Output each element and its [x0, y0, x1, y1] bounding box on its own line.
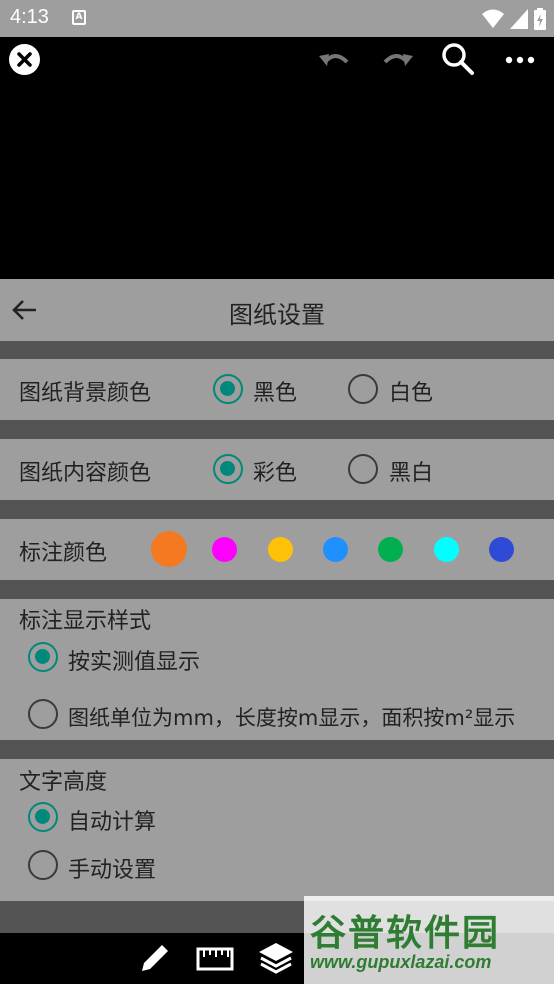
ruler-icon[interactable]	[196, 939, 234, 977]
battery-icon	[534, 8, 546, 30]
system-icons	[482, 8, 546, 30]
radio-background-black[interactable]	[213, 374, 243, 404]
option-content-color[interactable]: 彩色	[253, 455, 297, 487]
radio-style-measured[interactable]	[28, 642, 58, 672]
content-color-row: 图纸内容颜色 彩色 黑白	[0, 439, 554, 500]
redo-icon[interactable]	[377, 40, 417, 80]
radio-background-white[interactable]	[348, 374, 378, 404]
color-swatch-magenta[interactable]	[212, 537, 237, 562]
option-background-black[interactable]: 黑色	[253, 375, 297, 407]
background-color-row: 图纸背景颜色 黑色 白色	[0, 359, 554, 420]
radio-text-manual[interactable]	[28, 850, 58, 880]
color-swatch-orange[interactable]	[151, 531, 187, 567]
option-style-units[interactable]: 图纸单位为mm，长度按m显示，面积按m²显示	[68, 702, 515, 732]
radio-text-auto[interactable]	[28, 802, 58, 832]
signal-icon	[510, 9, 528, 29]
watermark-url: www.gupuxlazai.com	[310, 952, 492, 972]
close-icon	[17, 52, 32, 67]
settings-header: 图纸设置	[0, 279, 554, 341]
text-height-section: 文字高度 自动计算 手动设置	[0, 759, 554, 901]
layers-icon[interactable]	[257, 939, 295, 977]
drawing-settings-panel: 图纸设置 图纸背景颜色 黑色 白色 图纸内容颜色 彩色 黑白 标注颜色 标注显示…	[0, 279, 554, 933]
background-color-label: 图纸背景颜色	[19, 381, 152, 406]
option-content-bw[interactable]: 黑白	[389, 455, 433, 487]
radio-content-bw[interactable]	[348, 454, 378, 484]
search-icon[interactable]	[438, 40, 478, 80]
option-style-measured[interactable]: 按实测值显示	[68, 644, 200, 676]
more-icon[interactable]	[500, 40, 540, 80]
watermark-title: 谷普软件园	[310, 913, 501, 954]
pencil-icon[interactable]	[136, 939, 174, 977]
option-text-manual[interactable]: 手动设置	[68, 852, 156, 884]
status-time: 4:13	[10, 6, 49, 28]
close-button[interactable]	[9, 44, 40, 75]
text-height-label: 文字高度	[19, 770, 108, 795]
radio-content-color[interactable]	[213, 454, 243, 484]
status-bar: 4:13 A	[0, 0, 554, 37]
watermark-logo: 谷普软件园 www.gupuxlazai.com	[304, 896, 554, 984]
annotation-color-row: 标注颜色	[0, 519, 554, 580]
color-swatch-indigo[interactable]	[489, 537, 514, 562]
color-swatch-green[interactable]	[378, 537, 403, 562]
notification-icon: A	[72, 10, 86, 25]
annotation-style-label: 标注显示样式	[19, 609, 152, 634]
color-swatch-cyan[interactable]	[434, 537, 459, 562]
color-swatch-yellow[interactable]	[268, 537, 293, 562]
option-text-auto[interactable]: 自动计算	[68, 804, 156, 836]
wifi-icon	[482, 9, 504, 28]
color-swatch-blue[interactable]	[323, 537, 348, 562]
annotation-style-section: 标注显示样式 按实测值显示 图纸单位为mm，长度按m显示，面积按m²显示	[0, 599, 554, 740]
page-title: 图纸设置	[229, 301, 325, 329]
radio-style-units[interactable]	[28, 699, 58, 729]
content-color-label: 图纸内容颜色	[19, 461, 152, 486]
undo-icon[interactable]	[315, 40, 355, 80]
annotation-color-label: 标注颜色	[19, 541, 108, 566]
option-background-white[interactable]: 白色	[389, 375, 433, 407]
